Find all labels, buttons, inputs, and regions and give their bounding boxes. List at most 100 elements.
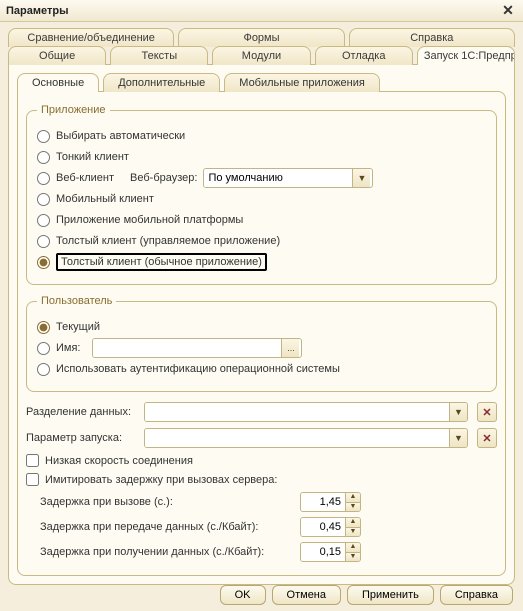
lowspeed-row[interactable]: Низкая скорость соединения	[26, 454, 497, 467]
launch-panel: Основные Дополнительные Мобильные прилож…	[8, 64, 515, 585]
subtab-additional[interactable]: Дополнительные	[103, 73, 220, 92]
tab-compare[interactable]: Сравнение/объединение	[8, 28, 174, 47]
apply-button[interactable]: Применить	[347, 585, 434, 605]
spin-up-icon[interactable]: ▲	[346, 518, 360, 527]
split-combo[interactable]: ▼	[144, 402, 468, 422]
launch-param-combo[interactable]: ▼	[144, 428, 468, 448]
radio-auto-label: Выбирать автоматически	[56, 130, 185, 142]
delay-send-label: Задержка при передаче данных (с./Кбайт):	[40, 521, 300, 533]
delay-send-row: Задержка при передаче данных (с./Кбайт):…	[40, 517, 497, 537]
delay-call-row: Задержка при вызове (с.): ▲ ▼	[40, 492, 497, 512]
radio-thick-managed[interactable]	[37, 235, 50, 248]
radio-mobile-platform-label: Приложение мобильной платформы	[56, 214, 243, 226]
spin-down-icon[interactable]: ▼	[346, 552, 360, 561]
tab-texts[interactable]: Тексты	[110, 46, 208, 65]
tab-help-top[interactable]: Справка	[349, 28, 515, 47]
lowspeed-label: Низкая скорость соединения	[45, 455, 193, 467]
launch-param-input[interactable]	[145, 429, 449, 447]
radio-mobile-label: Мобильный клиент	[56, 193, 154, 205]
radio-auto-row[interactable]: Выбирать автоматически	[37, 127, 486, 145]
delay-recv-spin[interactable]: ▲ ▼	[300, 542, 361, 562]
radio-web[interactable]	[37, 172, 50, 185]
app-group: Приложение Выбирать автоматически Тонкий…	[26, 104, 497, 285]
tabs-row-2: Общие Тексты Модули Отладка Запуск 1С:Пр…	[8, 46, 515, 65]
split-input[interactable]	[145, 403, 449, 421]
radio-osauth-row[interactable]: Использовать аутентификацию операционной…	[37, 360, 486, 378]
radio-thick-ordinary-label: Толстый клиент (обычное приложение)	[61, 256, 262, 268]
launch-param-dropdown-icon[interactable]: ▼	[449, 429, 467, 447]
web-browser-label: Веб-браузер:	[130, 172, 197, 184]
spin-up-icon[interactable]: ▲	[346, 543, 360, 552]
radio-current-label: Текущий	[56, 321, 100, 333]
imitate-checkbox[interactable]	[26, 473, 39, 486]
radio-name[interactable]	[37, 342, 50, 355]
launch-param-label: Параметр запуска:	[26, 432, 138, 444]
subtab-main[interactable]: Основные	[17, 73, 99, 92]
launch-param-clear-button[interactable]: ✕	[477, 428, 497, 448]
web-browser-combo[interactable]: ▼	[203, 168, 373, 188]
main-subpanel: Приложение Выбирать автоматически Тонкий…	[17, 91, 506, 576]
launch-param-row: Параметр запуска: ▼ ✕	[26, 428, 497, 448]
radio-mobile-platform-row[interactable]: Приложение мобильной платформы	[37, 211, 486, 229]
titlebar: Параметры ✕	[0, 0, 523, 22]
tab-forms[interactable]: Формы	[178, 28, 344, 47]
user-legend: Пользователь	[37, 295, 116, 307]
delay-send-input[interactable]	[301, 518, 345, 536]
cancel-button[interactable]: Отмена	[272, 585, 341, 605]
delay-call-spin[interactable]: ▲ ▼	[300, 492, 361, 512]
split-dropdown-icon[interactable]: ▼	[449, 403, 467, 421]
imitate-row[interactable]: Имитировать задержку при вызовах сервера…	[26, 473, 497, 486]
lowspeed-checkbox[interactable]	[26, 454, 39, 467]
user-group: Пользователь Текущий Имя: ... Использова…	[26, 295, 497, 392]
user-name-combo[interactable]: ...	[92, 338, 302, 358]
split-clear-button[interactable]: ✕	[477, 402, 497, 422]
radio-mobile-platform[interactable]	[37, 214, 50, 227]
ok-button[interactable]: OK	[220, 585, 266, 605]
radio-auto[interactable]	[37, 130, 50, 143]
radio-mobile-row[interactable]: Мобильный клиент	[37, 190, 486, 208]
radio-current-row[interactable]: Текущий	[37, 318, 486, 336]
radio-thick-managed-label: Толстый клиент (управляемое приложение)	[56, 235, 280, 247]
more-icon[interactable]: ...	[281, 339, 299, 357]
window-title: Параметры	[6, 5, 68, 17]
dropdown-icon[interactable]: ▼	[352, 169, 370, 187]
spin-down-icon[interactable]: ▼	[346, 502, 360, 511]
user-name-input[interactable]	[93, 339, 281, 357]
radio-osauth[interactable]	[37, 363, 50, 376]
radio-thin-row[interactable]: Тонкий клиент	[37, 148, 486, 166]
tab-modules[interactable]: Модули	[212, 46, 310, 65]
tab-general[interactable]: Общие	[8, 46, 106, 65]
radio-thin-label: Тонкий клиент	[56, 151, 129, 163]
radio-mobile[interactable]	[37, 193, 50, 206]
split-row: Разделение данных: ▼ ✕	[26, 402, 497, 422]
radio-web-row[interactable]: Веб-клиент Веб-браузер: ▼	[37, 169, 486, 187]
delay-send-spin[interactable]: ▲ ▼	[300, 517, 361, 537]
tab-launch[interactable]: Запуск 1С:Предприятия	[417, 46, 515, 65]
radio-name-row[interactable]: Имя: ...	[37, 339, 486, 357]
radio-thick-ordinary[interactable]	[37, 256, 50, 269]
delay-recv-row: Задержка при получении данных (с./Кбайт)…	[40, 542, 497, 562]
delay-call-input[interactable]	[301, 493, 345, 511]
radio-thick-ordinary-highlight: Толстый клиент (обычное приложение)	[56, 253, 267, 271]
close-icon[interactable]: ✕	[499, 2, 517, 19]
radio-osauth-label: Использовать аутентификацию операционной…	[56, 363, 340, 375]
delay-recv-label: Задержка при получении данных (с./Кбайт)…	[40, 546, 300, 558]
radio-thin[interactable]	[37, 151, 50, 164]
help-button[interactable]: Справка	[440, 585, 513, 605]
subtab-mobile[interactable]: Мобильные приложения	[224, 73, 380, 92]
radio-name-label: Имя:	[56, 342, 80, 354]
subtabs: Основные Дополнительные Мобильные прилож…	[17, 73, 506, 92]
web-browser-value[interactable]	[204, 169, 352, 187]
spin-up-icon[interactable]: ▲	[346, 493, 360, 502]
spin-down-icon[interactable]: ▼	[346, 527, 360, 536]
radio-current[interactable]	[37, 321, 50, 334]
footer-buttons: OK Отмена Применить Справка	[220, 585, 513, 605]
radio-thick-ordinary-row[interactable]: Толстый клиент (обычное приложение)	[37, 253, 486, 271]
tab-debug[interactable]: Отладка	[315, 46, 413, 65]
tabs-row-1: Сравнение/объединение Формы Справка	[8, 28, 515, 47]
radio-thick-managed-row[interactable]: Толстый клиент (управляемое приложение)	[37, 232, 486, 250]
radio-web-label: Веб-клиент	[56, 172, 114, 184]
delay-recv-input[interactable]	[301, 543, 345, 561]
content: Сравнение/объединение Формы Справка Общи…	[0, 22, 523, 589]
split-label: Разделение данных:	[26, 406, 138, 418]
